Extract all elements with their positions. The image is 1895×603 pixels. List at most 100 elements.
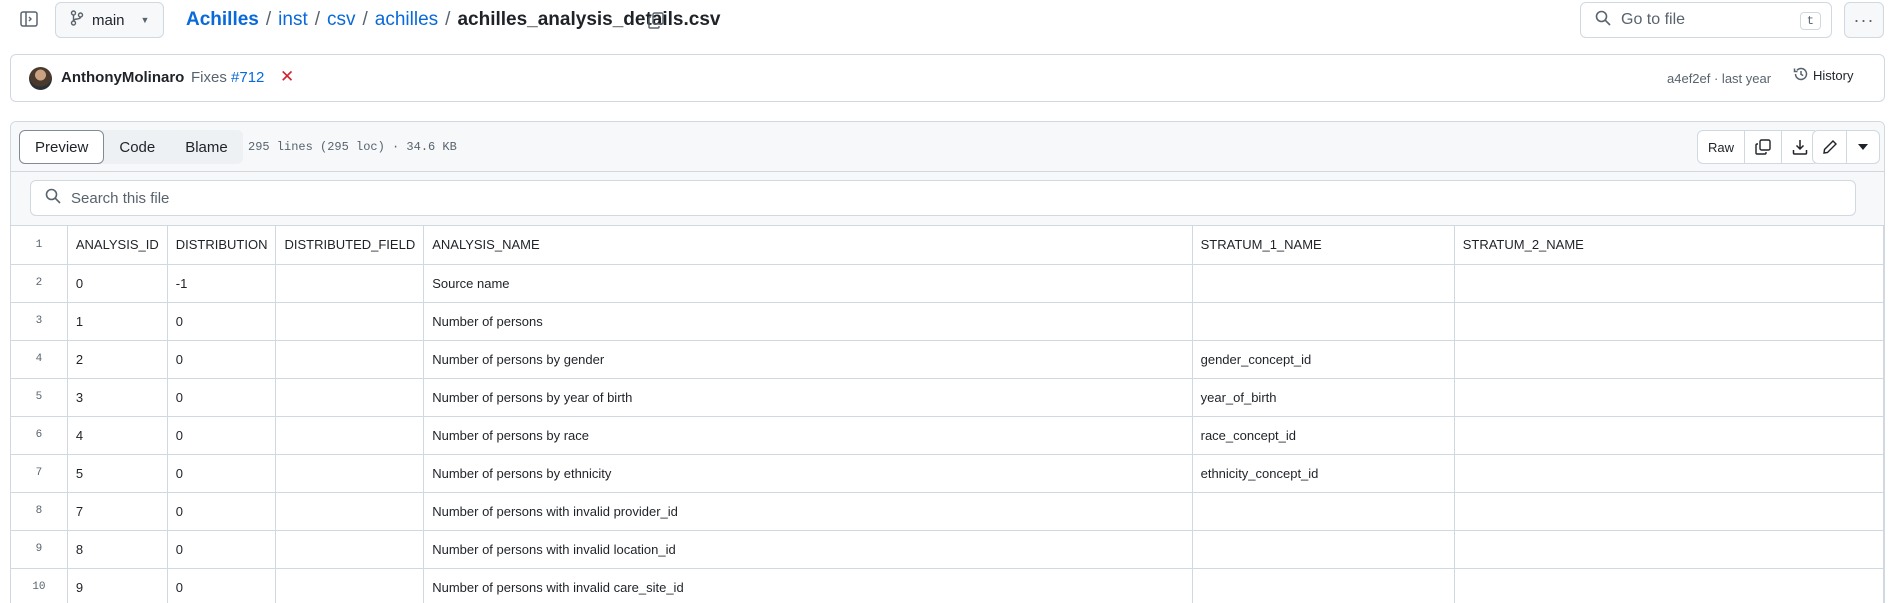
latest-commit-bar: AnthonyMolinaro Fixes #712 ✕ a4ef2ef · l… — [10, 54, 1885, 102]
table-cell: Number of persons — [423, 302, 1193, 341]
copy-raw-icon[interactable] — [1744, 131, 1781, 163]
search-icon — [45, 188, 61, 208]
table-cell — [275, 302, 425, 341]
branch-selector-button[interactable]: main ▼ — [55, 2, 164, 38]
table-cell — [1454, 454, 1884, 493]
commit-message: Fixes #712 — [191, 69, 264, 86]
commit-sha-time[interactable]: a4ef2ef · last year — [1667, 71, 1771, 86]
breadcrumb-separator: / — [314, 9, 321, 30]
tab-blame[interactable]: Blame — [170, 130, 243, 164]
column-header: STRATUM_1_NAME — [1192, 226, 1455, 265]
table-cell — [275, 530, 425, 569]
pencil-icon[interactable] — [1813, 131, 1846, 163]
line-number[interactable]: 2 — [11, 264, 68, 303]
history-button[interactable]: History — [1793, 66, 1853, 85]
line-number[interactable]: 8 — [11, 492, 68, 531]
line-number[interactable]: 7 — [11, 454, 68, 493]
avatar[interactable] — [29, 67, 52, 90]
column-header: DISTRIBUTED_FIELD — [275, 226, 425, 265]
commit-message-text[interactable]: Fixes — [191, 69, 227, 86]
table-cell — [275, 416, 425, 455]
line-number[interactable]: 1 — [11, 226, 68, 265]
breadcrumb: Achilles / inst / csv / achilles / achil… — [186, 9, 720, 31]
line-number[interactable]: 4 — [11, 340, 68, 379]
line-number[interactable]: 10 — [11, 568, 68, 603]
breadcrumb-separator: / — [265, 9, 272, 30]
raw-actions-group: Raw — [1697, 130, 1820, 164]
copy-path-icon[interactable] — [645, 9, 667, 31]
history-label: History — [1813, 68, 1854, 83]
issue-link[interactable]: #712 — [231, 69, 264, 86]
table-cell: 4 — [67, 416, 168, 455]
csv-table: 1 ANALYSIS_ID DISTRIBUTION DISTRIBUTED_F… — [11, 226, 1884, 603]
table-row: 6 4 0 Number of persons by race race_concept… — [11, 416, 1884, 455]
history-icon — [1793, 66, 1809, 85]
more-options-button[interactable]: ··· — [1844, 2, 1884, 38]
table-cell: 7 — [67, 492, 168, 531]
breadcrumb-achilles-link[interactable]: achilles — [375, 9, 438, 31]
breadcrumb-current-file: achilles_analysis_details.csv — [457, 9, 721, 30]
breadcrumb-repo-link[interactable]: Achilles — [186, 9, 259, 31]
git-branch-icon — [70, 10, 84, 30]
view-mode-tabs: Preview Code Blame — [19, 130, 243, 164]
table-cell: Source name — [423, 264, 1193, 303]
table-cell — [1454, 492, 1884, 531]
table-cell: -1 — [167, 264, 277, 303]
table-cell: 0 — [167, 454, 277, 493]
chevron-down-icon[interactable] — [1846, 131, 1879, 163]
table-cell — [275, 454, 425, 493]
table-row: 5 3 0 Number of persons by year of birth yea… — [11, 378, 1884, 417]
table-row: 7 5 0 Number of persons by ethnicity ethnici… — [11, 454, 1884, 493]
file-header: Preview Code Blame 295 lines (295 loc) ·… — [11, 122, 1884, 172]
table-cell: 0 — [167, 492, 277, 531]
table-cell — [275, 340, 425, 379]
table-cell: 0 — [167, 568, 277, 603]
go-to-file-input[interactable]: Go to file t — [1580, 2, 1832, 38]
file-viewer: Preview Code Blame 295 lines (295 loc) ·… — [10, 121, 1885, 603]
table-header-row: 1 ANALYSIS_ID DISTRIBUTION DISTRIBUTED_F… — [11, 226, 1884, 265]
table-cell — [1454, 302, 1884, 341]
table-cell — [275, 568, 425, 603]
table-cell: Number of persons with invalid provider_… — [423, 492, 1193, 531]
table-cell — [1454, 378, 1884, 417]
sidebar-toggle-icon[interactable] — [17, 8, 41, 30]
top-bar: main ▼ Achilles / inst / csv / achilles … — [0, 0, 1895, 40]
table-cell: 9 — [67, 568, 168, 603]
table-row: 2 0 -1 Source name — [11, 264, 1884, 303]
table-cell: 0 — [167, 530, 277, 569]
table-row: 10 9 0 Number of persons with invalid care_… — [11, 568, 1884, 603]
tab-code[interactable]: Code — [104, 130, 170, 164]
table-cell: Number of persons by race — [423, 416, 1193, 455]
table-cell — [1192, 568, 1455, 603]
table-row: 9 8 0 Number of persons with invalid locati… — [11, 530, 1884, 569]
line-number[interactable]: 9 — [11, 530, 68, 569]
search-file-input[interactable]: Search this file — [30, 180, 1856, 216]
tab-preview[interactable]: Preview — [19, 130, 105, 164]
table-cell: 2 — [67, 340, 168, 379]
breadcrumb-inst-link[interactable]: inst — [278, 9, 308, 31]
line-number[interactable]: 6 — [11, 416, 68, 455]
table-cell — [1454, 264, 1884, 303]
table-cell — [1192, 492, 1455, 531]
table-cell: 5 — [67, 454, 168, 493]
table-cell — [1454, 416, 1884, 455]
table-cell: Number of persons by gender — [423, 340, 1193, 379]
file-info: 295 lines (295 loc) · 34.6 KB — [248, 140, 457, 154]
table-cell: Number of persons with invalid location_… — [423, 530, 1193, 569]
column-header: STRATUM_2_NAME — [1454, 226, 1884, 265]
table-cell: race_concept_id — [1192, 416, 1455, 455]
line-number[interactable]: 3 — [11, 302, 68, 341]
table-cell — [275, 264, 425, 303]
line-number[interactable]: 5 — [11, 378, 68, 417]
table-cell — [275, 492, 425, 531]
breadcrumb-separator: / — [362, 9, 368, 30]
shortcut-key: t — [1799, 12, 1821, 30]
raw-button[interactable]: Raw — [1698, 131, 1744, 163]
x-icon[interactable]: ✕ — [280, 67, 294, 87]
table-cell — [1454, 568, 1884, 603]
table-cell: 3 — [67, 378, 168, 417]
column-header: ANALYSIS_ID — [67, 226, 168, 265]
commit-author-link[interactable]: AnthonyMolinaro — [61, 69, 184, 86]
breadcrumb-csv-link[interactable]: csv — [327, 9, 356, 31]
table-row: 8 7 0 Number of persons with invalid provid… — [11, 492, 1884, 531]
